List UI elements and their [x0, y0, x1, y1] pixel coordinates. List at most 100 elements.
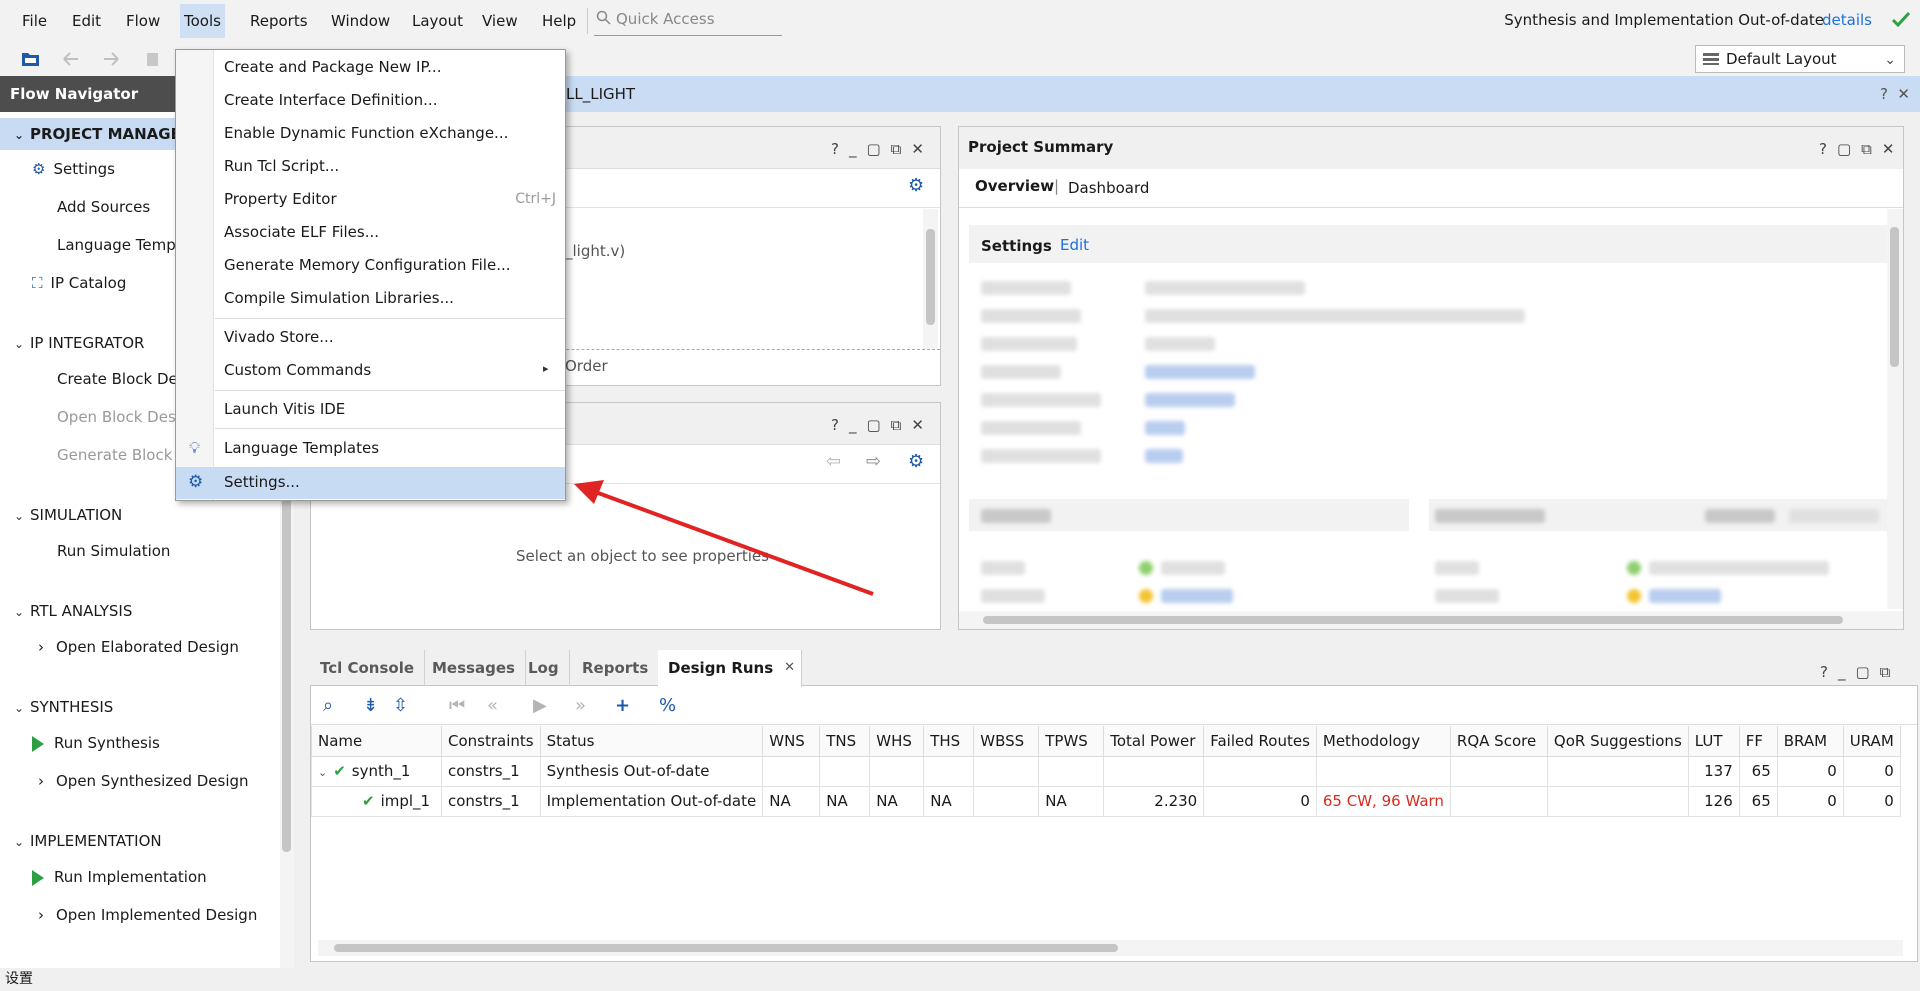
menu-item-run-tcl-script[interactable]: Run Tcl Script...	[224, 157, 339, 175]
tab-overview[interactable]: Overview	[975, 177, 1054, 195]
nav-section-synthesis[interactable]: ⌄ SYNTHESIS	[0, 698, 280, 716]
next-icon[interactable]: »	[575, 695, 586, 716]
play-icon[interactable]: ▶	[533, 695, 547, 716]
col-wbss[interactable]: WBSS	[973, 726, 1040, 757]
sources-tab-compile-order[interactable]: Order	[565, 357, 608, 375]
nav-item-settings[interactable]: ⚙ Settings	[32, 160, 115, 178]
menu-edit[interactable]: Edit	[72, 12, 101, 30]
menu-item-settings[interactable]: Settings...	[224, 473, 300, 491]
undo-icon[interactable]	[60, 49, 82, 69]
menu-item-enable-dfx[interactable]: Enable Dynamic Function eXchange...	[224, 124, 508, 142]
menu-item-language-templates[interactable]: Language Templates	[224, 439, 379, 457]
col-whs[interactable]: WHS	[869, 726, 925, 757]
layout-select[interactable]: Default Layout ⌄	[1695, 45, 1905, 73]
col-name[interactable]: Name	[311, 726, 442, 757]
menu-item-vivado-store[interactable]: Vivado Store...	[224, 328, 334, 346]
nav-section-simulation[interactable]: ⌄ SIMULATION	[0, 506, 280, 524]
first-icon[interactable]: ⏮	[449, 695, 465, 716]
nav-item-open-elaborated-design[interactable]: › Open Elaborated Design	[38, 638, 239, 656]
col-methodology[interactable]: Methodology	[1315, 726, 1451, 757]
col-tpws[interactable]: TPWS	[1038, 726, 1105, 757]
edit-link[interactable]: Edit	[1060, 236, 1089, 254]
menu-item-create-interface-definition[interactable]: Create Interface Definition...	[224, 91, 437, 109]
menu-item-property-editor[interactable]: Property Editor	[224, 190, 337, 208]
nav-item-ip-catalog[interactable]: ⛶ IP Catalog	[32, 274, 126, 292]
menu-item-launch-vitis[interactable]: Launch Vitis IDE	[224, 400, 345, 418]
close-icon[interactable]: ✕	[784, 650, 795, 686]
panel-controls[interactable]: ?▢⧉✕	[1819, 140, 1904, 158]
tab-tcl-console[interactable]: Tcl Console	[310, 650, 426, 686]
menu-item-associate-elf[interactable]: Associate ELF Files...	[224, 223, 379, 241]
table-row[interactable]: ✔ impl_1 constrs_1 Implementation Out-of-…	[311, 785, 1901, 817]
back-arrow-icon[interactable]: ⇦	[826, 451, 841, 472]
quick-access-input[interactable]: Quick Access	[594, 6, 782, 36]
tab-log[interactable]: Log	[518, 650, 570, 686]
open-project-icon[interactable]	[20, 49, 42, 69]
tab-reports[interactable]: Reports	[572, 650, 660, 686]
nav-item-run-implementation[interactable]: Run Implementation	[32, 868, 207, 886]
col-ff[interactable]: FF	[1738, 726, 1778, 757]
gear-icon[interactable]: ⚙	[908, 175, 924, 196]
menu-item-generate-memory-config[interactable]: Generate Memory Configuration File...	[224, 256, 511, 274]
menu-flow[interactable]: Flow	[126, 12, 160, 30]
chevron-down-icon[interactable]: ⌄	[318, 766, 327, 779]
expand-all-icon[interactable]: ⇳	[393, 695, 408, 716]
panel-controls[interactable]: ?_▢⧉✕	[831, 140, 934, 158]
collapse-all-icon[interactable]: ⇟	[363, 695, 378, 716]
col-bram[interactable]: BRAM	[1776, 726, 1844, 757]
col-uram[interactable]: URAM	[1842, 726, 1901, 757]
menu-window[interactable]: Window	[331, 12, 390, 30]
search-icon[interactable]: ⌕	[323, 695, 333, 716]
add-icon[interactable]: +	[615, 695, 630, 716]
col-ths[interactable]: THS	[923, 726, 975, 757]
tab-dashboard[interactable]: Dashboard	[1068, 179, 1149, 197]
help-icon[interactable]: ?	[1880, 76, 1888, 112]
summary-h-scrollbar[interactable]	[959, 611, 1903, 629]
chevron-right-icon: ›	[38, 772, 44, 790]
col-qor-suggestions[interactable]: QoR Suggestions	[1546, 726, 1689, 757]
nav-item-add-sources[interactable]: Add Sources	[57, 198, 150, 216]
table-row[interactable]: ⌄ ✔ synth_1 constrs_1 Synthesis Out-of-dat…	[311, 755, 1901, 787]
panel-controls[interactable]: ?_▢⧉✕	[831, 416, 934, 434]
runs-h-scrollbar-thumb[interactable]	[334, 944, 1118, 952]
menu-tools[interactable]: Tools	[180, 4, 225, 38]
col-rqa-score[interactable]: RQA Score	[1449, 726, 1548, 757]
details-link[interactable]: details	[1822, 11, 1872, 29]
col-wns[interactable]: WNS	[762, 726, 821, 757]
nav-section-implementation[interactable]: ⌄ IMPLEMENTATION	[0, 832, 280, 850]
gear-icon[interactable]: ⚙	[908, 451, 924, 472]
nav-section-rtl-analysis[interactable]: ⌄ RTL ANALYSIS	[0, 602, 280, 620]
col-failed-routes[interactable]: Failed Routes	[1203, 726, 1317, 757]
redo-icon[interactable]	[100, 49, 122, 69]
percent-icon[interactable]: %	[659, 695, 676, 716]
sources-scrollbar[interactable]	[923, 209, 938, 349]
menu-file[interactable]: File	[22, 12, 47, 30]
col-constraints[interactable]: Constraints	[441, 726, 541, 757]
cell-methodology[interactable]: 65 CW, 96 Warn	[1315, 785, 1451, 817]
nav-item-run-synthesis[interactable]: Run Synthesis	[32, 734, 160, 752]
previous-icon[interactable]: «	[487, 695, 498, 716]
close-icon[interactable]: ✕	[1897, 76, 1910, 112]
menu-layout[interactable]: Layout	[412, 12, 463, 30]
panel-controls[interactable]: ?_▢⧉	[1820, 663, 1900, 681]
nav-item-run-simulation[interactable]: Run Simulation	[57, 542, 170, 560]
col-total-power[interactable]: Total Power	[1103, 726, 1205, 757]
tab-design-runs[interactable]: Design Runs ✕	[658, 650, 802, 687]
cell-total-power	[1103, 755, 1205, 787]
summary-v-scrollbar[interactable]	[1887, 209, 1903, 609]
menu-item-custom-commands[interactable]: Custom Commands	[224, 361, 371, 379]
tab-messages[interactable]: Messages	[422, 650, 526, 686]
nav-item-open-synthesized-design[interactable]: › Open Synthesized Design	[38, 772, 249, 790]
menu-item-compile-sim-libraries[interactable]: Compile Simulation Libraries...	[224, 289, 454, 307]
forward-arrow-icon[interactable]: ⇨	[866, 451, 881, 472]
nav-item-open-implemented-design[interactable]: › Open Implemented Design	[38, 906, 257, 924]
cell-bram: 0	[1776, 755, 1844, 787]
menu-view[interactable]: View	[482, 12, 518, 30]
menu-item-create-package-ip[interactable]: Create and Package New IP...	[224, 58, 441, 76]
col-status[interactable]: Status	[539, 726, 764, 757]
col-lut[interactable]: LUT	[1687, 726, 1740, 757]
menu-reports[interactable]: Reports	[250, 12, 308, 30]
copy-icon[interactable]	[142, 49, 164, 69]
menu-help[interactable]: Help	[542, 12, 576, 30]
col-tns[interactable]: TNS	[819, 726, 871, 757]
